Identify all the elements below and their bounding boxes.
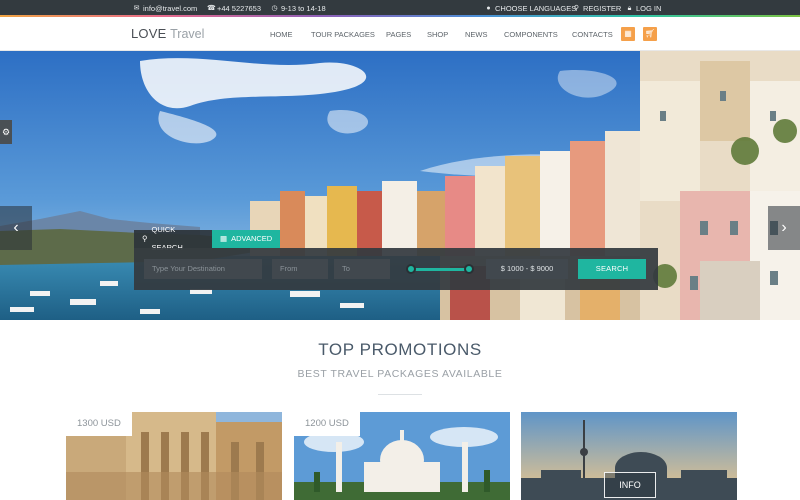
promo-card-1[interactable]: 1300 USD — [66, 412, 282, 500]
nav-tour-packages[interactable]: TOUR PACKAGES — [311, 30, 375, 39]
nav-home[interactable]: HOME — [270, 30, 293, 39]
register-text: REGISTER — [583, 4, 622, 13]
lock-icon: 🔒︎ — [627, 5, 632, 12]
clock-icon: ◷ — [271, 5, 278, 12]
gear-icon: ⚙ — [1, 127, 11, 137]
search-icon: ⚲ — [142, 234, 148, 243]
language-selector[interactable]: ● CHOOSE LANGUAGES — [485, 4, 576, 13]
promo-card-3-info-button[interactable]: INFO — [604, 472, 656, 498]
nav-pages[interactable]: PAGES — [386, 30, 411, 39]
price-slider-track[interactable] — [408, 268, 470, 271]
promo-card-2-price: 1200 USD — [294, 412, 360, 436]
slider-prev-button[interactable]: ‹ — [0, 206, 32, 250]
chevron-left-icon: ‹ — [13, 219, 19, 236]
phone-contact[interactable]: ☎ +44 5227653 — [207, 4, 261, 13]
tab-advanced[interactable]: ▦ ADVANCED — [212, 230, 280, 248]
cart-icon: 🛒︎ — [644, 29, 656, 38]
promo-card-1-price: 1300 USD — [66, 412, 132, 436]
tab-advanced-label: ADVANCED — [231, 234, 273, 243]
language-text: CHOOSE LANGUAGES — [495, 4, 577, 13]
email-contact[interactable]: ✉ info@travel.com — [133, 4, 198, 13]
chevron-right-icon: › — [781, 219, 787, 236]
login-link[interactable]: 🔒︎ LOG IN — [626, 4, 662, 13]
promo-card-2[interactable]: 1200 USD — [294, 412, 510, 500]
main-navigation: LOVE Travel HOME TOUR PACKAGES PAGES SHO… — [0, 17, 800, 51]
nav-contacts[interactable]: CONTACTS — [572, 30, 613, 39]
tab-quick-search[interactable]: ⚲ QUICK SEARCH — [134, 225, 212, 252]
user-plus-icon: ⚲ — [573, 5, 580, 12]
search-button[interactable]: SEARCH — [578, 259, 646, 279]
grid-button[interactable]: ▦ — [621, 27, 635, 41]
hours-info: ◷ 9-13 to 14-18 — [271, 4, 326, 13]
promotions-title: TOP PROMOTIONS — [318, 340, 482, 359]
login-text: LOG IN — [636, 4, 662, 13]
hours-text: 9-13 to 14-18 — [281, 4, 326, 13]
register-link[interactable]: ⚲ REGISTER — [573, 4, 621, 13]
grid-small-icon: ▦ — [220, 234, 228, 243]
nav-shop[interactable]: SHOP — [427, 30, 448, 39]
section-divider — [378, 394, 422, 395]
envelope-icon: ✉ — [133, 5, 140, 12]
search-panel: Type Your Destination From To $ 1000 - $… — [134, 248, 658, 290]
email-text: info@travel.com — [143, 4, 198, 13]
nav-news[interactable]: NEWS — [465, 30, 488, 39]
grid-icon: ▦ — [624, 29, 632, 38]
globe-icon: ● — [486, 5, 491, 12]
search-tabs: ⚲ QUICK SEARCH ▦ ADVANCED — [134, 225, 280, 252]
destination-input[interactable]: Type Your Destination — [144, 259, 262, 279]
price-slider-min-handle[interactable] — [406, 264, 416, 274]
date-to-input[interactable]: To — [334, 259, 390, 279]
price-slider-max-handle[interactable] — [464, 264, 474, 274]
site-logo[interactable]: LOVE Travel — [131, 26, 204, 41]
date-from-input[interactable]: From — [272, 259, 328, 279]
slider-next-button[interactable]: › — [768, 206, 800, 250]
price-range-display: $ 1000 - $ 9000 — [486, 259, 568, 279]
phone-icon: ☎ — [207, 5, 216, 12]
cart-button[interactable]: 🛒︎ — [643, 27, 657, 41]
promotions-subtitle: BEST TRAVEL PACKAGES AVAILABLE — [297, 368, 503, 380]
logo-bold: LOVE — [131, 26, 167, 41]
settings-toggle[interactable]: ⚙ — [0, 120, 12, 144]
top-bar: ✉ info@travel.com ☎ +44 5227653 ◷ 9-13 t… — [0, 0, 800, 17]
nav-components[interactable]: COMPONENTS — [504, 30, 558, 39]
phone-text: +44 5227653 — [217, 4, 262, 13]
logo-light: Travel — [170, 27, 205, 41]
